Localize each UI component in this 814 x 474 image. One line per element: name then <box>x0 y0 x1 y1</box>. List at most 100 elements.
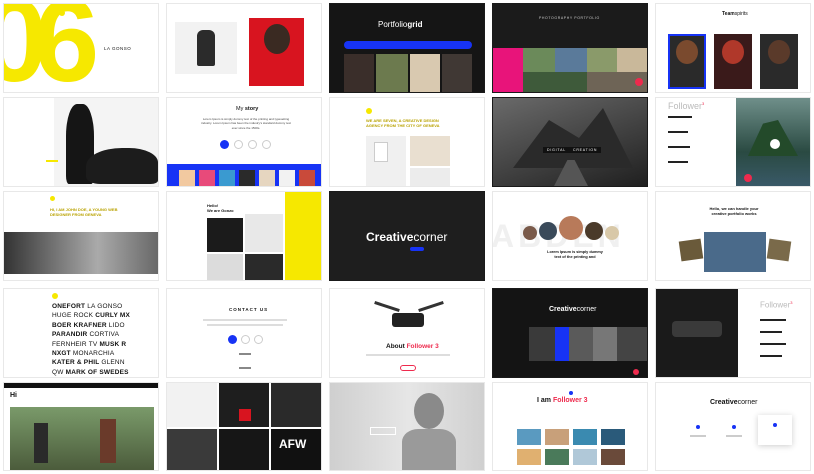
pink-nav-button[interactable] <box>633 369 639 375</box>
collage-photo-5 <box>219 429 269 470</box>
yellow-block <box>285 192 321 280</box>
hi-title: Hi <box>10 392 17 399</box>
tile-9-mountains[interactable]: DIGITAL CREATION <box>492 97 648 187</box>
section-heading: PHOTOGRAPHY PORTFOLIO <box>539 16 600 20</box>
tile-3-portfolio-grid[interactable]: Portfoliogrid <box>329 3 485 93</box>
tile-5-team[interactable]: Teamspirits <box>655 3 811 93</box>
about-button[interactable] <box>400 365 416 371</box>
brand-row[interactable]: NXGT MONARCHIA <box>52 349 130 358</box>
contact-link[interactable] <box>239 353 251 355</box>
tile-11-designer[interactable]: HI, I AM JOHN DOE, A YOUNG WEB DESIGNER … <box>3 191 159 281</box>
tile-23-portrait[interactable] <box>329 382 485 471</box>
model-legs <box>86 148 158 184</box>
portrait-face <box>264 24 290 54</box>
tile-7-my-story[interactable]: My story Lorem Ipsum is simply dummy tex… <box>166 97 322 187</box>
nav-line-1[interactable] <box>760 319 786 321</box>
tile-6-model[interactable] <box>3 97 159 187</box>
landscape-photo-1 <box>523 48 555 72</box>
tile-2-photos[interactable] <box>166 3 322 93</box>
gallery-photo-8 <box>601 449 625 465</box>
gallery-photo-6 <box>279 170 295 186</box>
brand-row[interactable]: PARANDIR CORTIVA <box>52 330 130 339</box>
feature-icon-1[interactable] <box>696 425 700 429</box>
nav-line-1[interactable] <box>668 116 692 118</box>
story-icon-2[interactable] <box>234 140 243 149</box>
brand-row[interactable]: FERNHEIR TV MUSK R <box>52 340 130 349</box>
architecture-photo <box>4 232 158 274</box>
gallery-photo-3 <box>573 429 597 445</box>
afw-word: AFW <box>279 437 307 451</box>
tile-12-hello[interactable]: Hello! We are Gonzo <box>166 191 322 281</box>
nav-line-2[interactable] <box>668 131 688 133</box>
tile-24-i-am-follower[interactable]: I am Follower 3 <box>492 382 648 471</box>
contact-icon-3[interactable] <box>254 335 263 344</box>
bw-photo-4 <box>245 254 283 280</box>
cta-button[interactable] <box>410 247 424 251</box>
nav-line-2[interactable] <box>760 331 782 333</box>
tile-14-abden[interactable]: ABDEN Lorem Ipsum is simply dummy text o… <box>492 191 648 281</box>
filter-bar[interactable] <box>344 41 472 49</box>
tile-8-agency[interactable]: WE ARE SEVEN, A CREATIVE DESIGN AGENCY F… <box>329 97 485 187</box>
story-icon-4[interactable] <box>262 140 271 149</box>
gallery-photo-7 <box>573 449 597 465</box>
brand-row[interactable]: HUGE ROCK CURLY MX <box>52 311 130 320</box>
play-button[interactable] <box>770 139 780 149</box>
digital-button[interactable]: DIGITAL <box>543 147 570 153</box>
contact-icon-1[interactable] <box>228 335 237 344</box>
tile-17-contact[interactable]: CONTACT US <box>166 288 322 378</box>
nav-line-4[interactable] <box>668 161 688 163</box>
tile-20-follower-drone[interactable]: Follower3 <box>655 288 811 378</box>
feature-icon-2[interactable] <box>732 425 736 429</box>
tile-1-big-number[interactable]: 06 LA GONSO <box>3 3 159 93</box>
bw-photo-3 <box>207 254 243 280</box>
gallery-photo-1 <box>179 170 195 186</box>
painting-photo <box>10 407 154 470</box>
brand-row[interactable]: KATER & PHIL GLENN <box>52 358 130 367</box>
nav-line-3[interactable] <box>760 343 786 345</box>
tile-21-hi[interactable]: Hi <box>3 382 159 471</box>
caption-box[interactable] <box>370 427 396 435</box>
feature-card[interactable] <box>758 415 792 445</box>
tile-10-follower[interactable]: Follower3 <box>655 97 811 187</box>
drone-body <box>392 313 424 327</box>
landscape-photo-2 <box>555 48 587 72</box>
tile-16-brand-list[interactable]: ONEFORT LA GONSO HUGE ROCK CURLY MX BOER… <box>3 288 159 378</box>
bubble-1 <box>523 226 537 240</box>
contact-icon-2[interactable] <box>241 335 250 344</box>
story-icon-3[interactable] <box>248 140 257 149</box>
brand-label: LA GONSO <box>104 46 132 51</box>
pink-action-button[interactable] <box>744 174 752 182</box>
collage-photo-4 <box>167 429 217 470</box>
tile-15-handle[interactable]: Hello, we can handle your creative portf… <box>655 191 811 281</box>
drone-shape <box>672 321 722 337</box>
photo-1 <box>344 54 374 92</box>
photo-3 <box>410 54 440 92</box>
brand-row[interactable]: BOER KRAFNER LIDO <box>52 321 130 330</box>
brand-row[interactable]: ONEFORT LA GONSO <box>52 302 130 311</box>
pink-nav-button[interactable] <box>635 78 643 86</box>
brand-row[interactable]: QW MARK OF SWEDES <box>52 368 130 377</box>
gallery-photo-1 <box>517 429 541 445</box>
feature-text <box>726 435 742 437</box>
brand-list: ONEFORT LA GONSO HUGE ROCK CURLY MX BOER… <box>52 302 130 377</box>
nav-line-4[interactable] <box>760 355 782 357</box>
contact-heading: CONTACT US <box>229 307 269 312</box>
creation-button[interactable]: CREATION <box>569 147 602 153</box>
tile-13-creative-corner[interactable]: Creativecorner <box>329 191 485 281</box>
lorem-text: Lorem Ipsum is simply dummy text of the … <box>547 250 603 259</box>
nav-line-3[interactable] <box>668 146 690 148</box>
contact-link[interactable] <box>239 367 251 369</box>
tile-18-about-drone[interactable]: About Follower 3 <box>329 288 485 378</box>
page-title: Portfoliogrid <box>378 20 423 29</box>
tile-22-afw[interactable]: AFW <box>166 382 322 471</box>
tile-19-creative-corner-dark[interactable]: Creativecorner <box>492 288 648 378</box>
handle-text: Hello, we can handle your creative portf… <box>709 206 759 216</box>
tile-4-photography[interactable]: PHOTOGRAPHY PORTFOLIO <box>492 3 648 93</box>
bubble-4 <box>585 222 603 240</box>
about-text-line <box>366 354 450 356</box>
feature-icon-3 <box>773 423 777 427</box>
story-icon-1[interactable] <box>220 140 229 149</box>
tile-25-creative-corner-light[interactable]: Creativecorner <box>655 382 811 471</box>
stationery-detail <box>374 142 388 162</box>
landscape-photo-4 <box>617 48 647 72</box>
